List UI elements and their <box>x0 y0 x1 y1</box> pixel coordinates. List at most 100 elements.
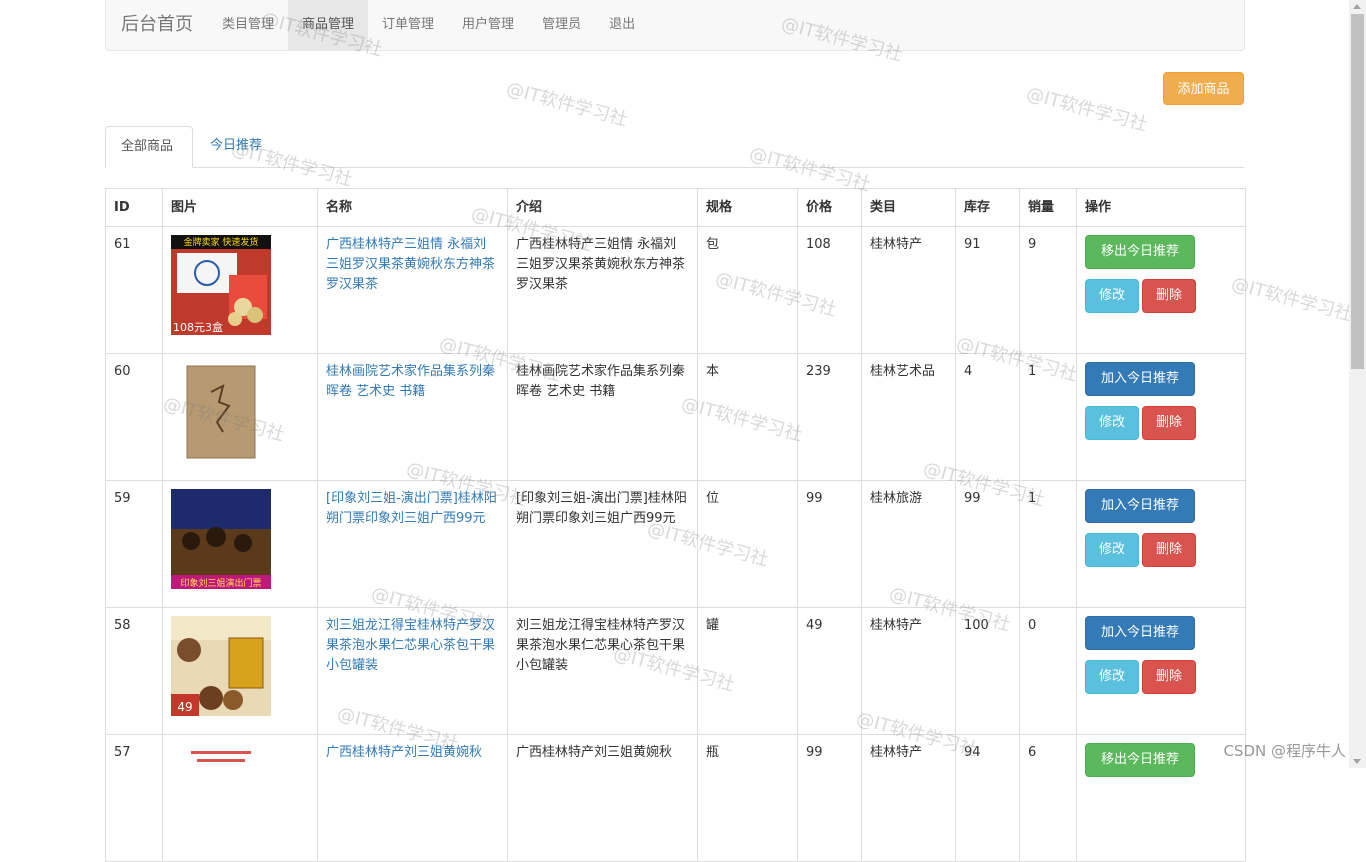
cell-name: 桂林画院艺术家作品集系列秦晖卷 艺术史 书籍 <box>317 353 508 481</box>
col-header-image: 图片 <box>162 188 318 227</box>
delete-button[interactable]: 删除 <box>1142 533 1196 567</box>
edit-button[interactable]: 修改 <box>1085 660 1139 694</box>
watermark-text: @IT软件学习社 <box>1229 273 1355 326</box>
tab-today-recommend[interactable]: 今日推荐 <box>195 126 277 167</box>
col-header-category: 类目 <box>861 188 956 227</box>
watermark-text: @IT软件学习社 <box>504 78 630 131</box>
nav-admin[interactable]: 管理员 <box>528 0 595 50</box>
delete-button[interactable]: 删除 <box>1142 279 1196 313</box>
cell-spec: 罐 <box>697 607 798 735</box>
col-header-stock: 库存 <box>955 188 1020 227</box>
cell-stock: 100 <box>955 607 1020 735</box>
cell-actions: 加入今日推荐 修改 删除 <box>1076 607 1246 735</box>
edit-button[interactable]: 修改 <box>1085 279 1139 313</box>
nav-category-management[interactable]: 类目管理 <box>208 0 288 50</box>
cell-category: 桂林旅游 <box>861 480 956 608</box>
cell-image <box>162 353 318 481</box>
delete-button[interactable]: 删除 <box>1142 406 1196 440</box>
product-name-link[interactable]: 广西桂林特产三姐情 永福刘三姐罗汉果茶黄婉秋东方神茶罗汉果茶 <box>326 237 495 292</box>
nav-user-management[interactable]: 用户管理 <box>448 0 528 50</box>
cell-intro: [印象刘三姐-演出门票]桂林阳朔门票印象刘三姐广西99元 <box>507 480 698 608</box>
add-recommend-button[interactable]: 加入今日推荐 <box>1085 489 1195 523</box>
cell-category: 桂林特产 <box>861 607 956 735</box>
col-header-actions: 操作 <box>1076 188 1246 227</box>
cell-category: 桂林特产 <box>861 226 956 354</box>
product-image[interactable] <box>171 362 271 462</box>
vertical-scrollbar[interactable] <box>1349 0 1366 768</box>
csdn-attribution: CSDN @程序牛人 <box>1223 742 1346 760</box>
cell-price: 239 <box>797 353 862 481</box>
tab-all-products[interactable]: 全部商品 <box>105 126 193 168</box>
add-product-button[interactable]: 添加商品 <box>1163 72 1244 105</box>
cell-category: 桂林艺术品 <box>861 353 956 481</box>
product-name-link[interactable]: [印象刘三姐-演出门票]桂林阳朔门票印象刘三姐广西99元 <box>326 491 497 526</box>
table-row: 61 金牌卖家 快速发货 108元3盒 广西桂林特产三姐情 永福刘三姐罗汉果茶黄… <box>105 226 1246 354</box>
remove-recommend-button[interactable]: 移出今日推荐 <box>1085 743 1195 777</box>
top-navbar: 后台首页 类目管理 商品管理 订单管理 用户管理 管理员 退出 <box>105 0 1245 51</box>
product-image[interactable]: 印象刘三姐演出门票 <box>171 489 271 589</box>
cell-id: 61 <box>105 226 163 354</box>
col-header-price: 价格 <box>797 188 862 227</box>
cell-id: 60 <box>105 353 163 481</box>
product-image[interactable]: 49 <box>171 616 271 716</box>
cell-id: 57 <box>105 734 163 862</box>
cell-spec: 本 <box>697 353 798 481</box>
cell-intro: 刘三姐龙江得宝桂林特产罗汉果茶泡水果仁芯果心茶包干果小包罐装 <box>507 607 698 735</box>
cell-category: 桂林特产 <box>861 734 956 862</box>
cell-name: 广西桂林特产三姐情 永福刘三姐罗汉果茶黄婉秋东方神茶罗汉果茶 <box>317 226 508 354</box>
cell-price: 49 <box>797 607 862 735</box>
edit-button[interactable]: 修改 <box>1085 533 1139 567</box>
cell-intro: 广西桂林特产三姐情 永福刘三姐罗汉果茶黄婉秋东方神茶罗汉果茶 <box>507 226 698 354</box>
cell-stock: 91 <box>955 226 1020 354</box>
product-name-link[interactable]: 刘三姐龙江得宝桂林特产罗汉果茶泡水果仁芯果心茶包干果小包罐装 <box>326 618 495 673</box>
table-header-row: ID 图片 名称 介绍 规格 价格 类目 库存 销量 操作 <box>105 188 1246 227</box>
cell-spec: 位 <box>697 480 798 608</box>
cell-actions: 移出今日推荐 <box>1076 734 1246 862</box>
remove-recommend-button[interactable]: 移出今日推荐 <box>1085 235 1195 269</box>
cell-id: 59 <box>105 480 163 608</box>
cell-stock: 4 <box>955 353 1020 481</box>
cell-price: 99 <box>797 480 862 608</box>
nav-logout[interactable]: 退出 <box>595 0 649 50</box>
image-price-tag: 108元3盒 <box>173 320 223 334</box>
edit-button[interactable]: 修改 <box>1085 406 1139 440</box>
image-price-tag: 印象刘三姐演出门票 <box>180 577 261 589</box>
cell-id: 58 <box>105 607 163 735</box>
product-name-link[interactable]: 广西桂林特产刘三姐黄婉秋 <box>326 745 482 760</box>
scroll-up-icon[interactable] <box>1353 4 1361 9</box>
table-row: 59 印象刘三姐演出门票 [印象刘三姐-演出门票]桂林阳朔门票印象刘三姐广西99… <box>105 480 1246 608</box>
image-caption: 金牌卖家 快速发货 <box>184 236 259 248</box>
cell-price: 108 <box>797 226 862 354</box>
cell-name: [印象刘三姐-演出门票]桂林阳朔门票印象刘三姐广西99元 <box>317 480 508 608</box>
cell-image: 印象刘三姐演出门票 <box>162 480 318 608</box>
delete-button[interactable]: 删除 <box>1142 660 1196 694</box>
col-header-name: 名称 <box>317 188 508 227</box>
nav-product-management[interactable]: 商品管理 <box>288 0 369 50</box>
scroll-down-icon[interactable] <box>1353 759 1361 764</box>
product-name-link[interactable]: 桂林画院艺术家作品集系列秦晖卷 艺术史 书籍 <box>326 364 495 399</box>
cell-sales: 6 <box>1019 734 1077 862</box>
col-header-intro: 介绍 <box>507 188 698 227</box>
brand-home-link[interactable]: 后台首页 <box>106 0 208 50</box>
cell-sales: 9 <box>1019 226 1077 354</box>
cell-actions: 移出今日推荐 修改 删除 <box>1076 226 1246 354</box>
product-image[interactable] <box>171 743 271 843</box>
product-image[interactable]: 金牌卖家 快速发货 108元3盒 <box>171 235 271 335</box>
product-tabs: 全部商品 今日推荐 <box>105 126 1244 168</box>
cell-actions: 加入今日推荐 修改 删除 <box>1076 353 1246 481</box>
table-row: 57 广西桂林特产刘三姐黄婉秋 广西桂林特产刘三姐黄婉秋 瓶 99 桂林特产 9… <box>105 734 1246 862</box>
col-header-spec: 规格 <box>697 188 798 227</box>
product-table: ID 图片 名称 介绍 规格 价格 类目 库存 销量 操作 61 金牌卖家 快速… <box>105 188 1246 862</box>
cell-sales: 1 <box>1019 353 1077 481</box>
cell-name: 刘三姐龙江得宝桂林特产罗汉果茶泡水果仁芯果心茶包干果小包罐装 <box>317 607 508 735</box>
add-recommend-button[interactable]: 加入今日推荐 <box>1085 616 1195 650</box>
cell-name: 广西桂林特产刘三姐黄婉秋 <box>317 734 508 862</box>
cell-intro: 桂林画院艺术家作品集系列秦晖卷 艺术史 书籍 <box>507 353 698 481</box>
nav-order-management[interactable]: 订单管理 <box>368 0 448 50</box>
cell-image: 金牌卖家 快速发货 108元3盒 <box>162 226 318 354</box>
scroll-thumb[interactable] <box>1351 14 1364 369</box>
cell-stock: 99 <box>955 480 1020 608</box>
add-recommend-button[interactable]: 加入今日推荐 <box>1085 362 1195 396</box>
cell-spec: 包 <box>697 226 798 354</box>
image-price-tag: 49 <box>177 700 192 714</box>
